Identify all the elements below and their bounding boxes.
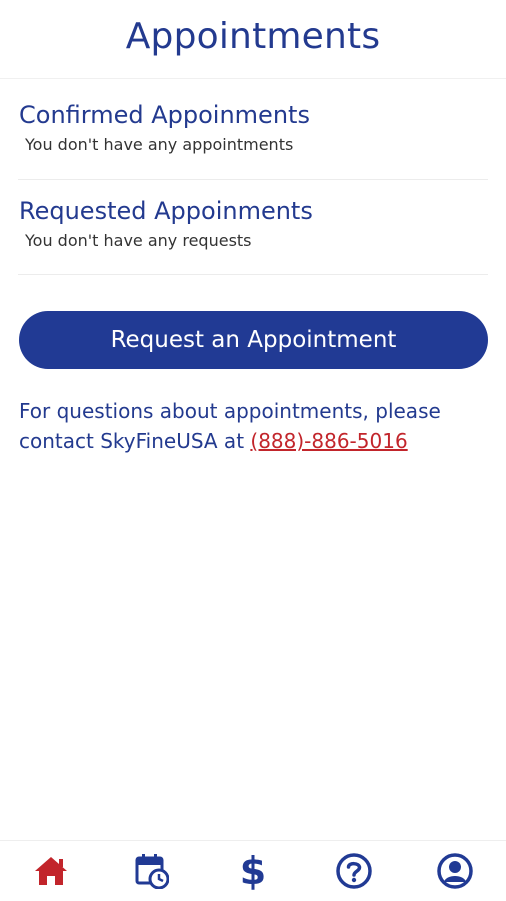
contact-info: For questions about appointments, please… (19, 396, 489, 456)
phone-link[interactable]: (888)-886-5016 (250, 429, 407, 453)
home-icon (34, 857, 67, 885)
confirmed-appointments-empty: You don't have any appointments (25, 135, 294, 154)
profile-icon (437, 853, 474, 889)
nav-payments[interactable]: $ (223, 841, 283, 901)
confirmed-appointments-title: Confirmed Appoinments (19, 101, 310, 129)
requested-appointments-section: Requested Appoinments You don't have any… (18, 180, 488, 275)
calendar-clock-icon (135, 854, 169, 889)
requested-appointments-title: Requested Appoinments (19, 197, 313, 225)
requested-appointments-empty: You don't have any requests (25, 231, 252, 250)
request-appointment-button[interactable]: Request an Appointment (19, 311, 488, 369)
nav-profile[interactable] (425, 841, 485, 901)
nav-help[interactable] (324, 841, 384, 901)
bottom-nav: $ (0, 840, 506, 901)
app-header: Appointments (0, 0, 506, 79)
help-icon (336, 853, 372, 889)
nav-calendar[interactable] (122, 841, 182, 901)
nav-home[interactable] (21, 841, 81, 901)
dollar-icon: $ (239, 849, 267, 893)
confirmed-appointments-section: Confirmed Appoinments You don't have any… (18, 79, 488, 180)
page-title: Appointments (125, 15, 381, 57)
